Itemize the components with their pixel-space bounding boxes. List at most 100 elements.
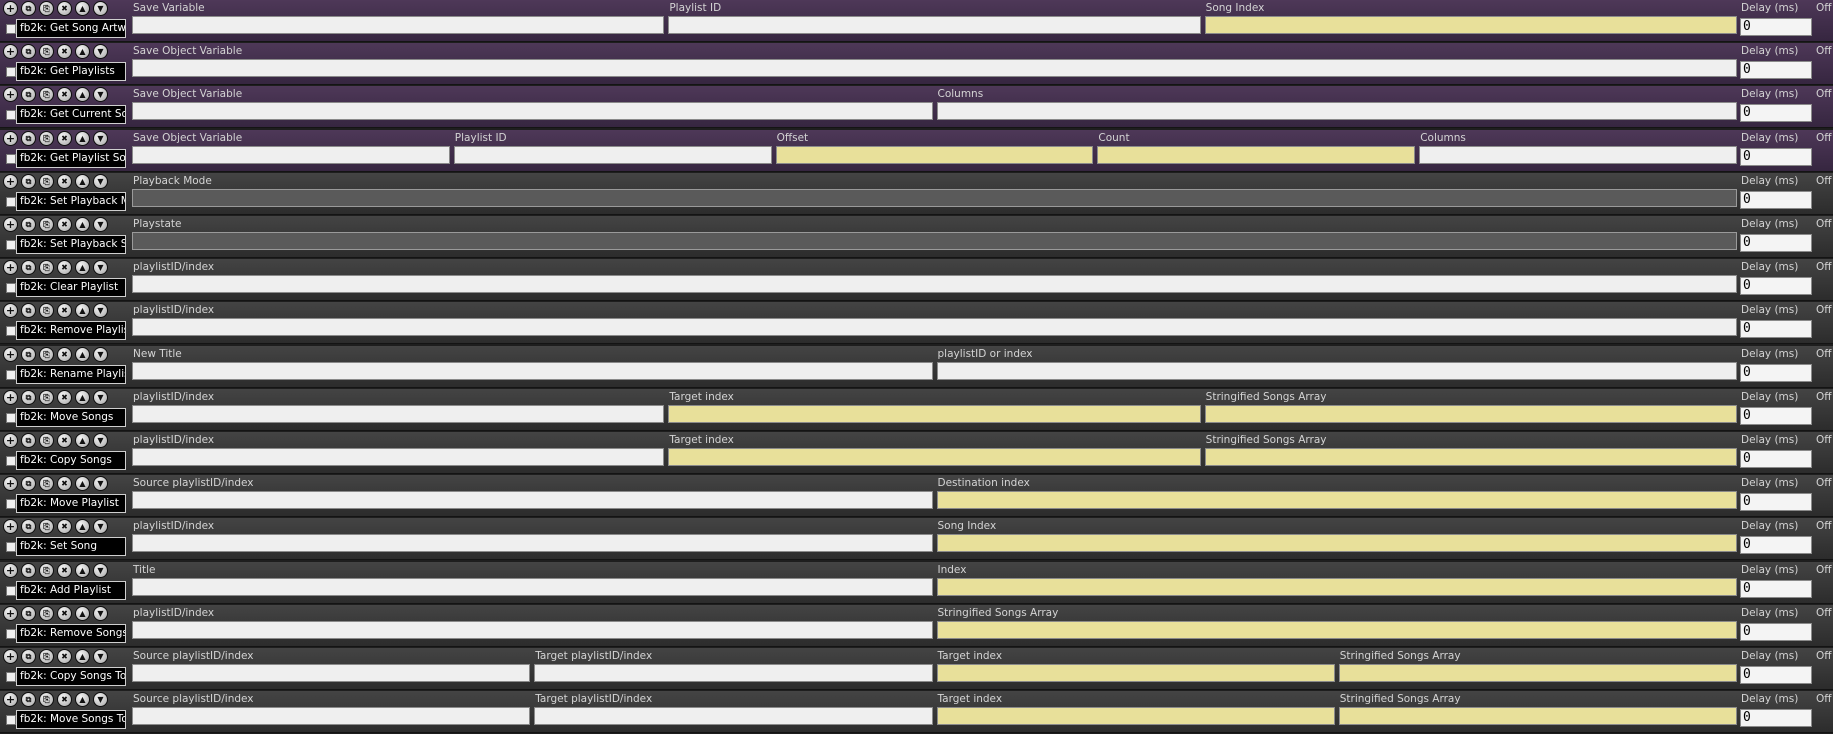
param-input[interactable]: [132, 59, 1737, 78]
paste-icon[interactable]: ⎘: [39, 346, 54, 362]
move-up-icon[interactable]: ▲: [75, 1, 90, 16]
delay-input[interactable]: 0: [1740, 320, 1812, 339]
move-down-icon[interactable]: ▼: [93, 389, 108, 405]
delay-input[interactable]: 0: [1740, 536, 1812, 555]
delete-icon[interactable]: ✖: [57, 303, 72, 319]
param-input[interactable]: [132, 232, 1737, 250]
move-down-icon[interactable]: ▼: [93, 87, 108, 103]
move-up-icon[interactable]: ▲: [75, 260, 90, 276]
delete-icon[interactable]: ✖: [57, 649, 72, 664]
param-input[interactable]: [453, 145, 772, 164]
paste-icon[interactable]: ⎘: [39, 44, 54, 60]
move-down-icon[interactable]: ▼: [93, 346, 108, 362]
param-input[interactable]: [132, 16, 665, 34]
move-down-icon[interactable]: ▼: [93, 605, 108, 621]
off-checkbox[interactable]: [6, 499, 16, 510]
add-icon[interactable]: +: [3, 562, 18, 578]
delay-input[interactable]: 0: [1740, 579, 1812, 598]
param-input[interactable]: [132, 404, 665, 423]
delay-input[interactable]: 0: [1740, 493, 1812, 512]
delay-input[interactable]: 0: [1740, 363, 1812, 382]
delay-input[interactable]: 0: [1740, 61, 1812, 80]
copy-icon[interactable]: ⧉: [21, 562, 36, 578]
paste-icon[interactable]: ⎘: [39, 389, 54, 405]
move-down-icon[interactable]: ▼: [93, 173, 108, 189]
param-input[interactable]: [534, 707, 933, 726]
copy-icon[interactable]: ⧉: [21, 217, 36, 232]
move-up-icon[interactable]: ▲: [75, 562, 90, 578]
copy-icon[interactable]: ⧉: [21, 173, 36, 189]
add-icon[interactable]: +: [3, 692, 18, 708]
param-input[interactable]: [1097, 145, 1416, 164]
off-checkbox[interactable]: [6, 240, 16, 250]
param-input[interactable]: [132, 102, 933, 121]
param-input[interactable]: [1338, 707, 1737, 726]
param-input[interactable]: [936, 534, 1737, 553]
delete-icon[interactable]: ✖: [57, 44, 72, 60]
copy-icon[interactable]: ⧉: [21, 44, 36, 60]
copy-icon[interactable]: ⧉: [21, 260, 36, 276]
add-icon[interactable]: +: [3, 260, 18, 276]
move-up-icon[interactable]: ▲: [75, 130, 90, 146]
param-input[interactable]: [132, 361, 933, 380]
param-input[interactable]: [132, 491, 933, 510]
delete-icon[interactable]: ✖: [57, 346, 72, 362]
param-input[interactable]: [132, 707, 531, 726]
off-checkbox[interactable]: [6, 456, 16, 466]
paste-icon[interactable]: ⎘: [39, 217, 54, 232]
add-icon[interactable]: +: [3, 173, 18, 189]
off-checkbox[interactable]: [6, 412, 16, 423]
delete-icon[interactable]: ✖: [57, 130, 72, 146]
param-input[interactable]: [1338, 664, 1737, 682]
off-checkbox[interactable]: [6, 369, 16, 380]
param-input[interactable]: [668, 404, 1201, 423]
delete-icon[interactable]: ✖: [57, 562, 72, 578]
paste-icon[interactable]: ⎘: [39, 692, 54, 708]
param-input[interactable]: [936, 491, 1737, 510]
param-input[interactable]: [132, 448, 665, 466]
move-up-icon[interactable]: ▲: [75, 173, 90, 189]
off-checkbox[interactable]: [6, 110, 16, 121]
param-input[interactable]: [132, 275, 1737, 294]
add-icon[interactable]: +: [3, 87, 18, 103]
delay-input[interactable]: 0: [1740, 104, 1812, 123]
move-up-icon[interactable]: ▲: [75, 649, 90, 664]
copy-icon[interactable]: ⧉: [21, 130, 36, 146]
add-icon[interactable]: +: [3, 433, 18, 448]
paste-icon[interactable]: ⎘: [39, 433, 54, 448]
param-input[interactable]: [1204, 404, 1737, 423]
add-icon[interactable]: +: [3, 519, 18, 535]
delay-input[interactable]: 0: [1740, 450, 1812, 468]
off-checkbox[interactable]: [6, 672, 16, 682]
move-down-icon[interactable]: ▼: [93, 217, 108, 232]
param-input[interactable]: [936, 361, 1737, 380]
move-down-icon[interactable]: ▼: [93, 562, 108, 578]
move-down-icon[interactable]: ▼: [93, 519, 108, 535]
copy-icon[interactable]: ⧉: [21, 1, 36, 16]
delete-icon[interactable]: ✖: [57, 519, 72, 535]
delete-icon[interactable]: ✖: [57, 389, 72, 405]
param-input[interactable]: [132, 188, 1737, 207]
param-input[interactable]: [132, 145, 450, 164]
copy-icon[interactable]: ⧉: [21, 476, 36, 492]
param-input[interactable]: [668, 16, 1201, 34]
move-up-icon[interactable]: ▲: [75, 303, 90, 319]
add-icon[interactable]: +: [3, 346, 18, 362]
paste-icon[interactable]: ⎘: [39, 303, 54, 319]
param-input[interactable]: [936, 577, 1737, 596]
param-input[interactable]: [936, 707, 1335, 726]
off-checkbox[interactable]: [6, 283, 16, 294]
paste-icon[interactable]: ⎘: [39, 562, 54, 578]
move-down-icon[interactable]: ▼: [93, 1, 108, 16]
add-icon[interactable]: +: [3, 649, 18, 664]
delay-input[interactable]: 0: [1740, 147, 1812, 166]
move-up-icon[interactable]: ▲: [75, 476, 90, 492]
param-input[interactable]: [132, 318, 1737, 337]
paste-icon[interactable]: ⎘: [39, 173, 54, 189]
copy-icon[interactable]: ⧉: [21, 303, 36, 319]
delay-input[interactable]: 0: [1740, 406, 1812, 425]
off-checkbox[interactable]: [6, 67, 16, 78]
move-up-icon[interactable]: ▲: [75, 217, 90, 232]
param-input[interactable]: [936, 620, 1737, 639]
move-up-icon[interactable]: ▲: [75, 433, 90, 448]
